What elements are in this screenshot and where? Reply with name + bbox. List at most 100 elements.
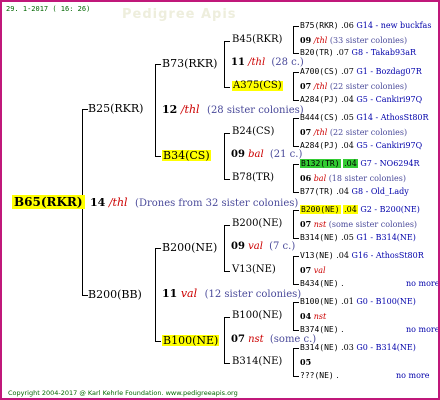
no-more-link[interactable]: no more (396, 372, 429, 380)
gen5-row[interactable]: A700(CS) .07 G1 - Bozdag07R (300, 68, 422, 76)
gen2-bottom-queen[interactable]: B200(BB) (88, 289, 142, 300)
gen4-note: (some sister colonies) (328, 220, 418, 229)
connector (293, 164, 299, 165)
gen4-queen[interactable]: A375(CS) (232, 81, 283, 91)
connector (293, 256, 299, 257)
gen4-queen[interactable]: B200(NE) (232, 219, 282, 229)
gen5-val: .05 (341, 113, 354, 122)
gen4-queen[interactable]: B78(TR) (232, 173, 274, 183)
gen5-code: G1 - B314(NE) (356, 233, 416, 242)
no-more-link[interactable]: no more (406, 280, 438, 288)
root-queen[interactable]: B65(RKR) (12, 195, 85, 209)
gen5-id: A284(PJ) (300, 141, 339, 150)
connector (293, 348, 294, 376)
connector (224, 133, 230, 134)
gen2-top-mates: 12 /thl (28 sister colonies) (162, 104, 304, 116)
connector (293, 118, 299, 119)
gen5-row[interactable]: B200(NE) .04 G2 - B200(NE) (300, 205, 420, 214)
gen4-queen[interactable]: B314(NE) (232, 357, 282, 367)
gen5-row[interactable]: B75(RKR) .06 G14 - new buckfas (300, 22, 431, 30)
connector (293, 238, 299, 239)
gen5-code: G0 - B314(NE) (356, 343, 416, 352)
gen4-mates: 05 (300, 358, 311, 367)
gen4-year: 07 (300, 265, 312, 275)
connector (155, 248, 161, 249)
gen2-top-note: (28 sister colonies) (207, 105, 304, 116)
gen5-row[interactable]: B434(NE) . (300, 280, 344, 288)
gen5-val: .04 (336, 187, 349, 196)
gen3-queen[interactable]: B200(NE) (162, 242, 217, 253)
gen5-row[interactable]: A284(PJ) .04 G5 - Cankiri97Q (300, 96, 422, 104)
gen4-queen[interactable]: B45(RKR) (232, 35, 282, 45)
gen4-queen[interactable]: B100(NE) (232, 311, 282, 321)
gen4-breed: nst (313, 220, 327, 229)
gen4-year: 09 (300, 35, 312, 45)
gen5-id: B77(TR) (300, 187, 334, 196)
gen3-queen[interactable]: B73(RKR) (162, 58, 217, 69)
gen5-id: B100(NE) (300, 297, 339, 306)
connector (224, 363, 230, 364)
gen4-queen[interactable]: B24(CS) (232, 127, 274, 137)
gen5-row[interactable]: B374(NE) . (300, 326, 344, 334)
gen5-row[interactable]: B20(TR) .07 G8 - Takab93aR (300, 49, 416, 57)
gen5-val: .04 (336, 251, 349, 260)
gen5-val: .03 (341, 343, 354, 352)
connector (224, 41, 225, 87)
connector (293, 53, 299, 54)
connector (293, 330, 299, 331)
connector (224, 317, 225, 363)
gen4-breed: /thl (313, 82, 328, 91)
connector (224, 271, 230, 272)
gen5-id: B200(NE) (300, 205, 341, 214)
gen4-breed: /thl (313, 128, 328, 137)
connector (155, 248, 156, 341)
gen3-note: (28 c.) (271, 57, 304, 68)
connector (293, 192, 299, 193)
gen4-year: 06 (300, 173, 312, 183)
connector (224, 225, 230, 226)
gen2-top-breed: /thl (180, 103, 200, 116)
gen5-row[interactable]: B132(TR) .04 G7 - NO6294R (300, 159, 420, 168)
connector (155, 341, 161, 342)
gen5-val: .07 (341, 67, 354, 76)
gen5-code: G0 - B100(NE) (356, 297, 416, 306)
gen2-top-year: 12 (162, 103, 178, 116)
gen2-top-queen[interactable]: B25(RKR) (88, 103, 143, 114)
gen5-val: . (341, 325, 344, 334)
root-breed: /thl (108, 196, 128, 209)
gen5-row[interactable]: A284(PJ) .04 G5 - Cankiri97Q (300, 142, 422, 150)
gen5-row[interactable]: B77(TR) .04 G8 - Old_Lady (300, 188, 409, 196)
connector (224, 179, 230, 180)
gen5-row[interactable]: B314(NE) .03 G0 - B314(NE) (300, 344, 416, 352)
gen5-code: G8 - Takab93aR (351, 48, 417, 57)
connector (293, 146, 299, 147)
gen5-val: .04 (341, 95, 354, 104)
gen4-mates: 07 nst (some sister colonies) (300, 220, 417, 229)
pedigree-frame: Pedigree Apis 29. 1-2017 ( 16: 26) B65(R… (0, 0, 440, 400)
gen5-row[interactable]: V13(NE) .04 G16 - AthosSt80R (300, 252, 424, 260)
gen4-mates: 07 /thl (22 sister colonies) (300, 82, 407, 91)
gen5-row[interactable]: B314(NE) .05 G1 - B314(NE) (300, 234, 416, 242)
gen5-code: G5 - Cankiri97Q (356, 95, 423, 104)
no-more-link[interactable]: no more (406, 326, 438, 334)
gen4-mates: 04 nst (300, 312, 326, 321)
gen3-queen[interactable]: B100(NE) (162, 335, 220, 346)
gen3-mates: 09 bal (21 c.) (231, 150, 302, 160)
gen2-bottom-mates: 11 val (12 sister colonies) (162, 288, 301, 300)
gen5-row[interactable]: B444(CS) .05 G14 - AthosSt80R (300, 114, 429, 122)
gen5-code: G8 - Old_Lady (351, 187, 409, 196)
gen3-queen[interactable]: B34(CS) (162, 150, 211, 161)
gen5-row[interactable]: B100(NE) .01 G0 - B100(NE) (300, 298, 416, 306)
gen4-breed: bal (313, 174, 327, 183)
gen3-year: 09 (231, 241, 245, 252)
gen4-mates: 09 /thl (33 sister colonies) (300, 36, 407, 45)
gen3-mates: 11 /thl (28 c.) (231, 58, 304, 68)
gen4-breed: nst (313, 312, 327, 321)
gen5-row[interactable]: ???(NE) . (300, 372, 339, 380)
gen4-note: (22 sister colonies) (329, 82, 408, 91)
connector (224, 87, 230, 88)
gen4-queen[interactable]: V13(NE) (232, 265, 276, 275)
gen5-code: G1 - Bozdag07R (356, 67, 422, 76)
gen5-val: . (341, 279, 344, 288)
connector (293, 210, 294, 238)
